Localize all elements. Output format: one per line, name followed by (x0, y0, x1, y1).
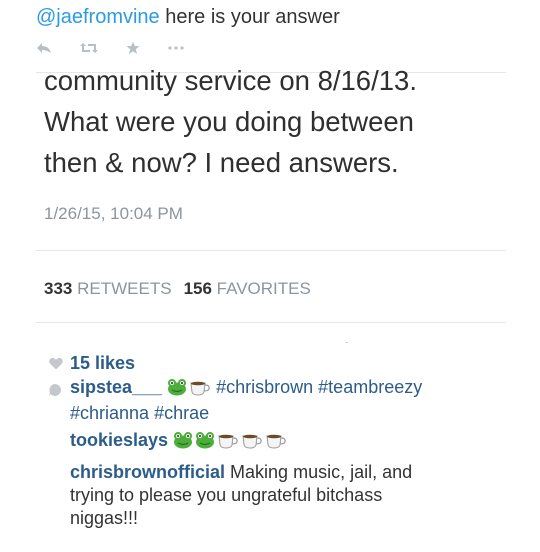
likes-count[interactable]: 15 likes (70, 353, 135, 374)
hashtag-chrianna[interactable]: #chrianna (70, 403, 149, 423)
likes-row: 15 likes (48, 350, 518, 376)
comment-bubble-icon (48, 380, 62, 403)
tweet-line-2: What were you doing between (44, 106, 414, 137)
tea-icon (241, 432, 263, 455)
tweet-line-1: community service on 8/16/13. (44, 65, 417, 96)
favorites-label[interactable]: FAVORITES (217, 279, 311, 298)
hashtag-teambreezy[interactable]: #teambreezy (318, 377, 422, 397)
favorites-count: 156 (183, 279, 212, 298)
instagram-comments: 15 likes sipstea___ #chrisbrown #teambre… (48, 350, 518, 530)
tweet-timestamp: 1/26/15, 10:04 PM (44, 204, 183, 223)
retweets-label[interactable]: RETWEETS (77, 279, 171, 298)
comment-username[interactable]: sipstea___ (70, 377, 162, 397)
comment-text-line-2: trying to please you ungrateful bitchass (70, 485, 383, 505)
mention-link[interactable]: @jaefromvine (36, 6, 160, 28)
tweet-line-3: then & now? I need answers. (44, 147, 399, 178)
star-icon[interactable] (126, 41, 140, 55)
retweets-count: 333 (44, 279, 73, 298)
comment-username[interactable]: tookieslays (70, 430, 168, 450)
heart-icon[interactable] (48, 357, 64, 370)
top-tweet-body: here is your answer (159, 6, 340, 28)
comment-chrisbrownofficial: chrisbrownofficial Making music, jail, a… (48, 461, 518, 530)
comment-text-line-3: niggas!!! (70, 508, 139, 528)
reply-icon[interactable] (36, 42, 52, 54)
quoted-tweet-text: community service on 8/16/13. What were … (44, 65, 514, 183)
comment-sipstea: sipstea___ #chrisbrown #teambreezy #chri… (48, 376, 518, 425)
tea-icon (217, 432, 239, 455)
tweet-actions (36, 38, 184, 58)
tweet-stats: 333 RETWEETS 156 FAVORITES (44, 279, 311, 299)
comment-tookieslays: tookieslays (48, 429, 518, 455)
separator-mark (345, 342, 348, 343)
retweet-icon[interactable] (80, 42, 98, 54)
stats-divider (36, 250, 506, 251)
tea-icon (189, 379, 211, 402)
frog-icon (167, 378, 187, 402)
comment-text: Making music, jail, and (230, 462, 413, 482)
top-tweet-text: @jaefromvine here is your answer (36, 6, 340, 29)
more-icon[interactable] (168, 46, 184, 50)
hashtag-chrae[interactable]: #chrae (154, 403, 209, 423)
comment-username[interactable]: chrisbrownofficial (70, 462, 225, 482)
quoted-tweet-card: community service on 8/16/13. What were … (0, 62, 540, 324)
tea-icon (265, 432, 287, 455)
frog-icon (195, 431, 215, 455)
frog-icon (173, 431, 193, 455)
stats-bottom-divider (36, 322, 506, 323)
hashtag-chrisbrown[interactable]: #chrisbrown (216, 377, 313, 397)
